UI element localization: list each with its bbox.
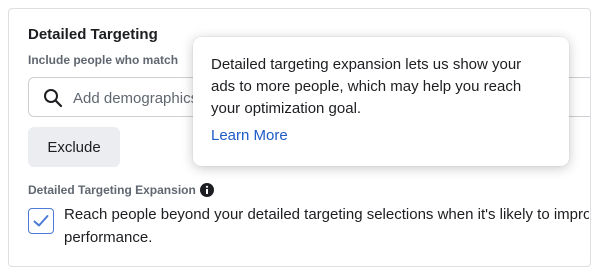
expansion-description: Reach people beyond your detailed target… [64, 203, 589, 253]
expansion-checkbox[interactable] [28, 208, 54, 234]
tooltip-text: Detailed targeting expansion lets us sho… [211, 54, 556, 120]
info-icon[interactable] [199, 183, 214, 197]
expansion-text-line2: performance. [64, 229, 153, 246]
expansion-text-line1: Reach people beyond your detailed target… [64, 206, 589, 223]
tooltip-line2: ads to more people, which may help you r… [211, 78, 522, 95]
page: Detailed Targeting Include people who ma… [0, 0, 600, 272]
learn-more-link[interactable]: Learn More [211, 127, 288, 144]
include-label: Include people who match [28, 53, 179, 67]
section-title: Detailed Targeting [28, 26, 158, 43]
expansion-label: Detailed Targeting Expansion [28, 183, 196, 197]
tooltip-line3: your optimization goal. [211, 100, 362, 117]
expansion-label-row: Detailed Targeting Expansion [28, 183, 214, 197]
expansion-tooltip: Detailed targeting expansion lets us sho… [193, 37, 569, 166]
search-icon [43, 88, 63, 108]
checkmark-icon [33, 215, 49, 227]
tooltip-line1: Detailed targeting expansion lets us sho… [211, 56, 522, 73]
exclude-button[interactable]: Exclude [28, 127, 120, 167]
